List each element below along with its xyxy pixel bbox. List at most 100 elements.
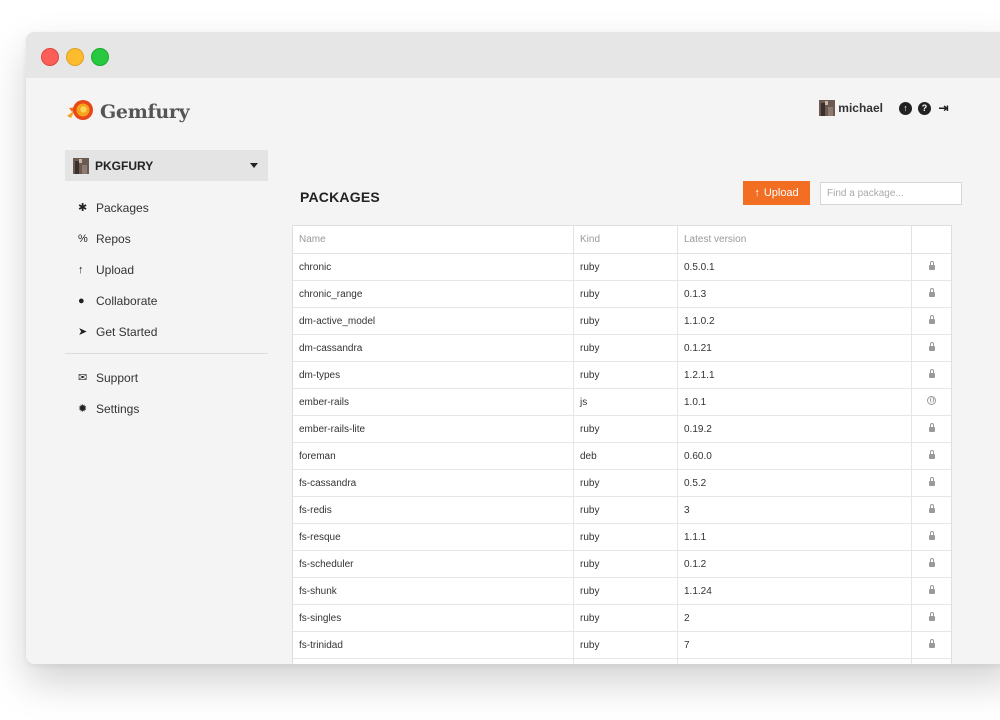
access-cell	[911, 253, 951, 281]
column-header-kind[interactable]: Kind	[573, 226, 678, 254]
package-version-cell: 0.1.3	[677, 658, 912, 664]
help-icon[interactable]: ?	[918, 101, 931, 115]
packages-table-body: chronic ruby 0.5.0.1 chronic_range ruby 0.1.3…	[293, 253, 951, 664]
package-name-cell[interactable]: dm-active_model	[293, 307, 574, 335]
upload-button[interactable]: ↑ Upload	[743, 181, 810, 205]
package-kind-cell: deb	[573, 442, 678, 470]
account-switcher[interactable]: PKGFURY	[65, 150, 268, 181]
package-version-cell: 7	[677, 631, 912, 659]
gear-icon: ✹	[78, 403, 88, 415]
table-row[interactable]: dm-cassandra ruby 0.1.21	[293, 334, 951, 362]
lock-icon	[928, 585, 935, 594]
package-kind-cell: ruby	[573, 496, 678, 524]
sidebar-item-support[interactable]: ✉ Support	[78, 362, 268, 393]
table-row[interactable]: fs-resque ruby 1.1.1	[293, 523, 951, 551]
package-name-cell[interactable]: chronic_range	[293, 280, 574, 308]
package-name-cell[interactable]: fs-shunk	[293, 577, 574, 605]
package-kind-cell: ruby	[573, 307, 678, 335]
table-row[interactable]: dm-active_model ruby 1.1.0.2	[293, 307, 951, 335]
arrow-up-icon: ↑	[754, 187, 760, 199]
sidebar-divider	[65, 353, 268, 354]
sidebar-item-label: Get Started	[96, 324, 158, 339]
table-row[interactable]: fs-tweetsuckruby0.1.3	[293, 658, 951, 664]
package-kind-cell: ruby	[573, 550, 678, 578]
table-row[interactable]: fs-singles ruby 2	[293, 604, 951, 632]
sidebar-item-label: Support	[96, 370, 139, 385]
zoom-window-button[interactable]	[91, 48, 109, 66]
package-kind-cell: ruby	[573, 604, 678, 632]
sidebar-item-label: Upload	[96, 262, 135, 277]
table-row[interactable]: chronic_range ruby 0.1.3	[293, 280, 951, 308]
minimize-window-button[interactable]	[66, 48, 84, 66]
table-row[interactable]: ember-rails-lite ruby 0.19.2	[293, 415, 951, 443]
search-input[interactable]	[820, 182, 962, 205]
close-window-button[interactable]	[41, 48, 59, 66]
sidebar-item-packages[interactable]: ✱ Packages	[78, 192, 268, 223]
access-cell	[911, 307, 951, 335]
sidebar-item-label: Collaborate	[96, 293, 158, 308]
username[interactable]: michael	[838, 101, 883, 115]
app-content: Gemfury michael ↑ ? ⇥ PKGFURY ✱ Packages…	[26, 78, 1000, 664]
package-name-cell[interactable]: dm-cassandra	[293, 334, 574, 362]
page-title: PACKAGES	[300, 189, 380, 205]
sidebar-item-collaborate[interactable]: ● Collaborate	[78, 285, 268, 316]
lock-icon	[928, 342, 935, 351]
lock-icon	[928, 261, 935, 270]
package-name-cell[interactable]: chronic	[293, 253, 574, 281]
column-header-name[interactable]: Name	[293, 226, 574, 254]
table-row[interactable]: ember-rails js 1.0.1	[293, 388, 951, 416]
sidebar-item-repos[interactable]: % Repos	[78, 223, 268, 254]
package-name-cell[interactable]: fs-trinidad	[293, 631, 574, 659]
package-kind-cell: ruby	[573, 415, 678, 443]
package-version-cell: 3	[677, 496, 912, 524]
package-name-cell[interactable]: foreman	[293, 442, 574, 470]
package-name-cell[interactable]: ember-rails	[293, 388, 574, 416]
lock-icon	[928, 288, 935, 297]
access-cell	[911, 415, 951, 443]
column-header-version[interactable]: Latest version	[677, 226, 912, 254]
table-row[interactable]: chronic ruby 0.5.0.1	[293, 253, 951, 281]
access-cell	[911, 442, 951, 470]
package-name-cell[interactable]: fs-resque	[293, 523, 574, 551]
gift-icon: ✱	[78, 202, 88, 214]
logo-text: Gemfury	[100, 101, 190, 123]
package-version-cell: 0.1.2	[677, 550, 912, 578]
table-row[interactable]: foreman deb 0.60.0	[293, 442, 951, 470]
package-name-cell[interactable]: fs-redis	[293, 496, 574, 524]
sidebar-item-upload[interactable]: ↑ Upload	[78, 254, 268, 285]
gemfury-logo-icon	[65, 96, 95, 129]
upload-circle-icon[interactable]: ↑	[899, 101, 912, 115]
table-row[interactable]: dm-types ruby 1.2.1.1	[293, 361, 951, 389]
table-row[interactable]: fs-trinidad ruby 7	[293, 631, 951, 659]
user-avatar[interactable]	[819, 100, 836, 116]
lock-icon	[928, 477, 935, 486]
table-row[interactable]: fs-scheduler ruby 0.1.2	[293, 550, 951, 578]
package-version-cell: 1.1.24	[677, 577, 912, 605]
access-cell	[911, 280, 951, 308]
package-name-cell[interactable]: dm-types	[293, 361, 574, 389]
package-name-cell[interactable]: fs-singles	[293, 604, 574, 632]
caret-down-icon	[250, 163, 258, 168]
table-header-row: Name Kind Latest version	[293, 226, 951, 254]
package-name-cell[interactable]: fs-tweetsuck	[293, 658, 574, 664]
user-bar: michael ↑ ? ⇥	[819, 100, 950, 116]
sidebar-item-settings[interactable]: ✹ Settings	[78, 393, 268, 424]
account-avatar	[73, 157, 89, 174]
package-version-cell: 0.5.0.1	[677, 253, 912, 281]
link-icon: %	[78, 232, 88, 245]
sidebar-item-get-started[interactable]: ➤ Get Started	[78, 316, 268, 347]
package-version-cell: 1.2.1.1	[677, 361, 912, 389]
package-version-cell: 1.1.1	[677, 523, 912, 551]
logo[interactable]: Gemfury	[65, 96, 190, 129]
package-version-cell: 2	[677, 604, 912, 632]
table-row[interactable]: fs-redis ruby 3	[293, 496, 951, 524]
package-name-cell[interactable]: ember-rails-lite	[293, 415, 574, 443]
package-name-cell[interactable]: fs-scheduler	[293, 550, 574, 578]
package-version-cell: 1.0.1	[677, 388, 912, 416]
table-row[interactable]: fs-shunk ruby 1.1.24	[293, 577, 951, 605]
access-cell	[911, 361, 951, 389]
sign-out-icon[interactable]: ⇥	[937, 102, 950, 115]
table-row[interactable]: fs-cassandra ruby 0.5.2	[293, 469, 951, 497]
package-name-cell[interactable]: fs-cassandra	[293, 469, 574, 497]
package-version-cell: 0.19.2	[677, 415, 912, 443]
